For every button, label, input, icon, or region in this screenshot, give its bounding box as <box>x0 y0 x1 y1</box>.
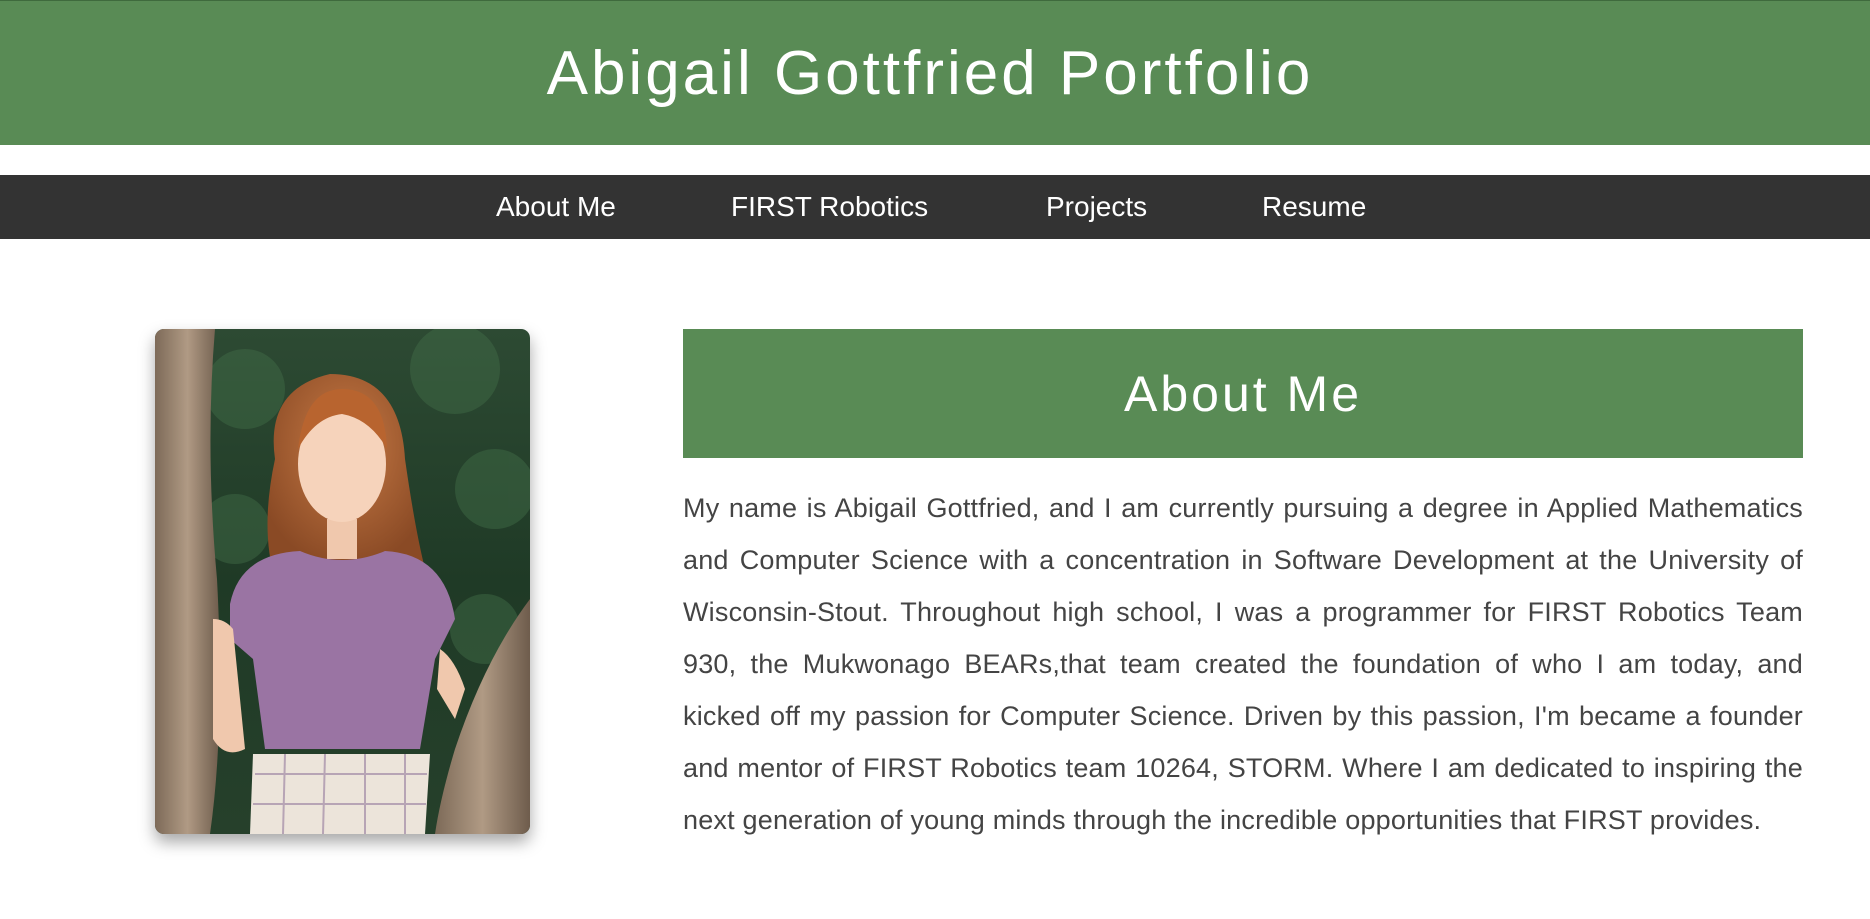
nav-item-about-me[interactable]: About Me <box>496 175 616 239</box>
nav-item-resume[interactable]: Resume <box>1262 175 1366 239</box>
nav-item-projects[interactable]: Projects <box>1046 175 1147 239</box>
about-section-title: About Me <box>1123 365 1362 422</box>
about-body-text: My name is Abigail Gottfried, and I am c… <box>683 493 1803 835</box>
nav-item-first-robotics[interactable]: FIRST Robotics <box>731 175 928 239</box>
nav-bar: About Me FIRST Robotics Projects Resume <box>0 175 1870 239</box>
site-header: Abigail Gottfried Portfolio <box>0 0 1870 145</box>
about-section-header: About Me <box>683 329 1803 458</box>
site-title: Abigail Gottfried Portfolio <box>546 38 1314 108</box>
profile-photo <box>155 329 530 834</box>
